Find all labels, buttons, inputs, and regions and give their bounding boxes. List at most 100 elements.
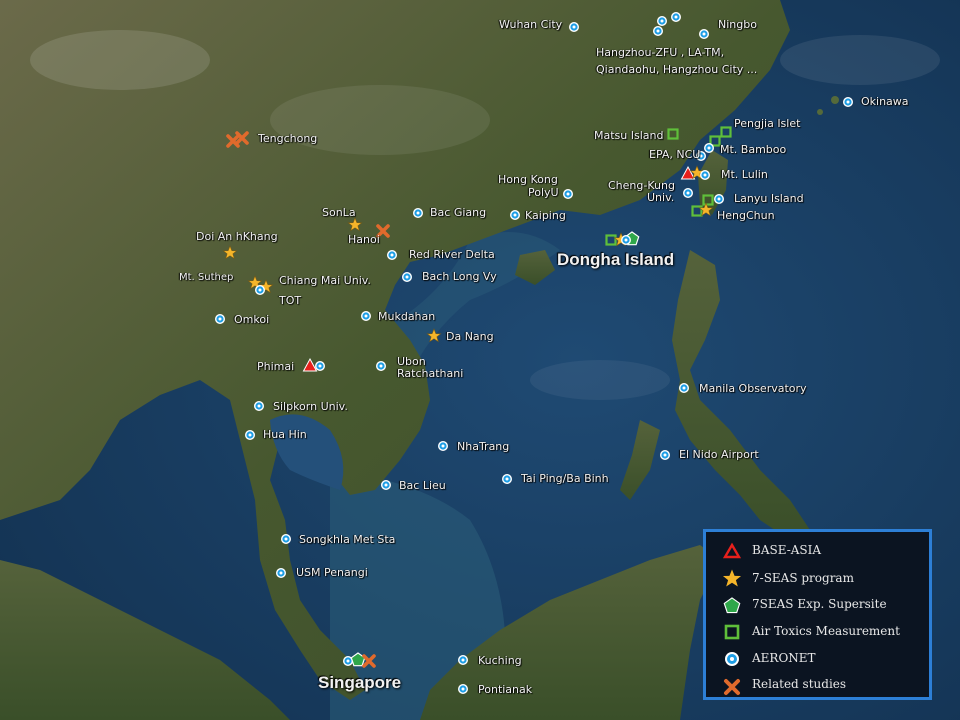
legend-7seas: 7-SEAS program xyxy=(752,571,854,585)
aeronet-baclieu[interactable] xyxy=(381,480,391,490)
aeronet-okinawa[interactable] xyxy=(843,97,853,107)
legend-aeronet: AERONET xyxy=(752,651,816,665)
aeronet-kuching[interactable] xyxy=(458,655,468,665)
aeronet-polyu[interactable] xyxy=(563,189,573,199)
label-tengchong: Tengchong xyxy=(258,132,318,145)
label-wuhan: Wuhan City xyxy=(499,18,563,31)
label-dongha: Dongha Island xyxy=(557,250,675,269)
base-asia-lulin[interactable] xyxy=(681,166,695,180)
label-chiangmai: Chiang Mai Univ. xyxy=(279,274,371,287)
aeronet-reddelta[interactable] xyxy=(387,250,397,260)
label-mukdahan: Mukdahan xyxy=(378,310,436,323)
label-silpkorn: Silpkorn Univ. xyxy=(273,400,348,413)
label-lanyu: Lanyu Island xyxy=(734,192,804,205)
label-matsu: Matsu Island xyxy=(594,129,664,142)
label-hangzhou-2: Qiandaohu, Hangzhou City ... xyxy=(596,63,758,76)
related-singapore[interactable] xyxy=(362,654,376,668)
label-pontianak: Pontianak xyxy=(478,683,533,696)
label-kaiping: Kaiping xyxy=(525,209,566,222)
label-mtsuthep: Mt. Suthep xyxy=(179,272,234,283)
label-usm: USM Penangi xyxy=(296,566,368,579)
aeronet-omkoi[interactable] xyxy=(215,314,225,324)
cross-icon xyxy=(724,679,740,695)
aeronet-ningbo[interactable] xyxy=(699,29,709,39)
map-legend: BASE-ASIA 7-SEAS program 7SEAS Exp. Supe… xyxy=(703,529,932,700)
label-nhatrang: NhaTrang xyxy=(457,440,510,453)
airtoxics-dongha[interactable] xyxy=(605,234,617,246)
label-kuching: Kuching xyxy=(478,654,522,667)
legend-related: Related studies xyxy=(752,677,847,691)
label-elnido: El Nido Airport xyxy=(679,448,759,461)
label-singapore: Singapore xyxy=(318,673,402,692)
base-asia-phimai[interactable] xyxy=(303,358,317,372)
circle-icon xyxy=(725,652,739,666)
label-manila: Manila Observatory xyxy=(699,382,807,395)
legend-air-toxics: Air Toxics Measurement xyxy=(752,624,900,638)
aeronet-dongha[interactable] xyxy=(621,235,631,245)
label-phimai: Phimai xyxy=(257,360,295,373)
legend-supersite: 7SEAS Exp. Supersite xyxy=(752,597,887,611)
aeronet-huahin[interactable] xyxy=(245,430,255,440)
label-bachlong: Bach Long Vy xyxy=(422,270,497,283)
aeronet-silpkorn[interactable] xyxy=(254,401,264,411)
aeronet-wuhan[interactable] xyxy=(569,22,579,32)
airtoxics-lanyu-1[interactable] xyxy=(702,194,714,206)
aeronet-manila[interactable] xyxy=(679,383,689,393)
pentagon-icon xyxy=(723,597,741,614)
label-chengkung-2: Univ. xyxy=(647,191,675,204)
aeronet-hangzhou-1[interactable] xyxy=(657,16,667,26)
label-polyu: PolyU xyxy=(528,186,559,199)
label-pengjia: Pengjia Islet xyxy=(734,117,801,130)
aeronet-chengkung[interactable] xyxy=(683,188,693,198)
label-okinawa: Okinawa xyxy=(861,95,909,108)
star-sonla[interactable] xyxy=(347,217,363,231)
aeronet-ubon[interactable] xyxy=(376,361,386,371)
label-mtbamboo: Mt. Bamboo xyxy=(720,143,787,156)
aeronet-lulin[interactable] xyxy=(700,170,710,180)
aeronet-taiping[interactable] xyxy=(502,474,512,484)
label-tot: TOT xyxy=(279,294,302,307)
aeronet-songkhla[interactable] xyxy=(281,534,291,544)
aeronet-usm[interactable] xyxy=(276,568,286,578)
legend-base-asia: BASE-ASIA xyxy=(752,543,822,557)
label-hengchun: HengChun xyxy=(717,209,775,222)
aeronet-nhatrang[interactable] xyxy=(438,441,448,451)
aeronet-mukdahan[interactable] xyxy=(361,311,371,321)
airtoxics-matsu[interactable] xyxy=(667,128,679,140)
label-danang: Da Nang xyxy=(446,330,494,343)
aeronet-pontianak[interactable] xyxy=(458,684,468,694)
legend-symbols xyxy=(722,542,742,695)
label-songkhla: Songkhla Met Sta xyxy=(299,533,396,546)
square-icon xyxy=(724,624,740,640)
aeronet-kaiping[interactable] xyxy=(510,210,520,220)
airtoxics-pengjia[interactable] xyxy=(720,126,732,138)
label-omkoi: Omkoi xyxy=(234,313,270,326)
label-reddelta: Red River Delta xyxy=(409,248,495,261)
star-danang[interactable] xyxy=(426,328,442,342)
label-bacgiang: Bac Giang xyxy=(430,206,487,219)
label-hanoi: Hanoi xyxy=(348,233,380,246)
aeronet-elnido[interactable] xyxy=(660,450,670,460)
aeronet-phimai[interactable] xyxy=(315,361,325,371)
aeronet-lanyu[interactable] xyxy=(714,194,724,204)
label-taiping: Tai Ping/Ba Binh xyxy=(521,472,609,485)
label-hangzhou: Hangzhou-ZFU , LA-TM, xyxy=(596,46,725,59)
aeronet-hangzhou-3[interactable] xyxy=(653,26,663,36)
star-icon xyxy=(722,569,742,587)
aeronet-hangzhou-2[interactable] xyxy=(671,12,681,22)
label-doian: Doi An hKhang xyxy=(196,230,278,243)
triangle-icon xyxy=(722,542,742,559)
label-huahin: Hua Hin xyxy=(263,428,307,441)
aeronet-bacgiang[interactable] xyxy=(413,208,423,218)
star-doian[interactable] xyxy=(223,245,237,259)
label-sonla: SonLa xyxy=(322,206,356,219)
label-ningbo: Ningbo xyxy=(718,18,757,31)
label-baclieu: Bac Lieu xyxy=(399,479,446,492)
label-epa: EPA, NCU xyxy=(649,148,701,161)
aeronet-bachlong[interactable] xyxy=(402,272,412,282)
aeronet-chiangmai[interactable] xyxy=(255,285,265,295)
label-mtlulin: Mt. Lulin xyxy=(721,168,768,181)
label-hongkong: Hong Kong xyxy=(498,173,558,186)
label-ubon-2: Ratchathani xyxy=(397,367,464,380)
aeronet-bamboo[interactable] xyxy=(704,143,714,153)
